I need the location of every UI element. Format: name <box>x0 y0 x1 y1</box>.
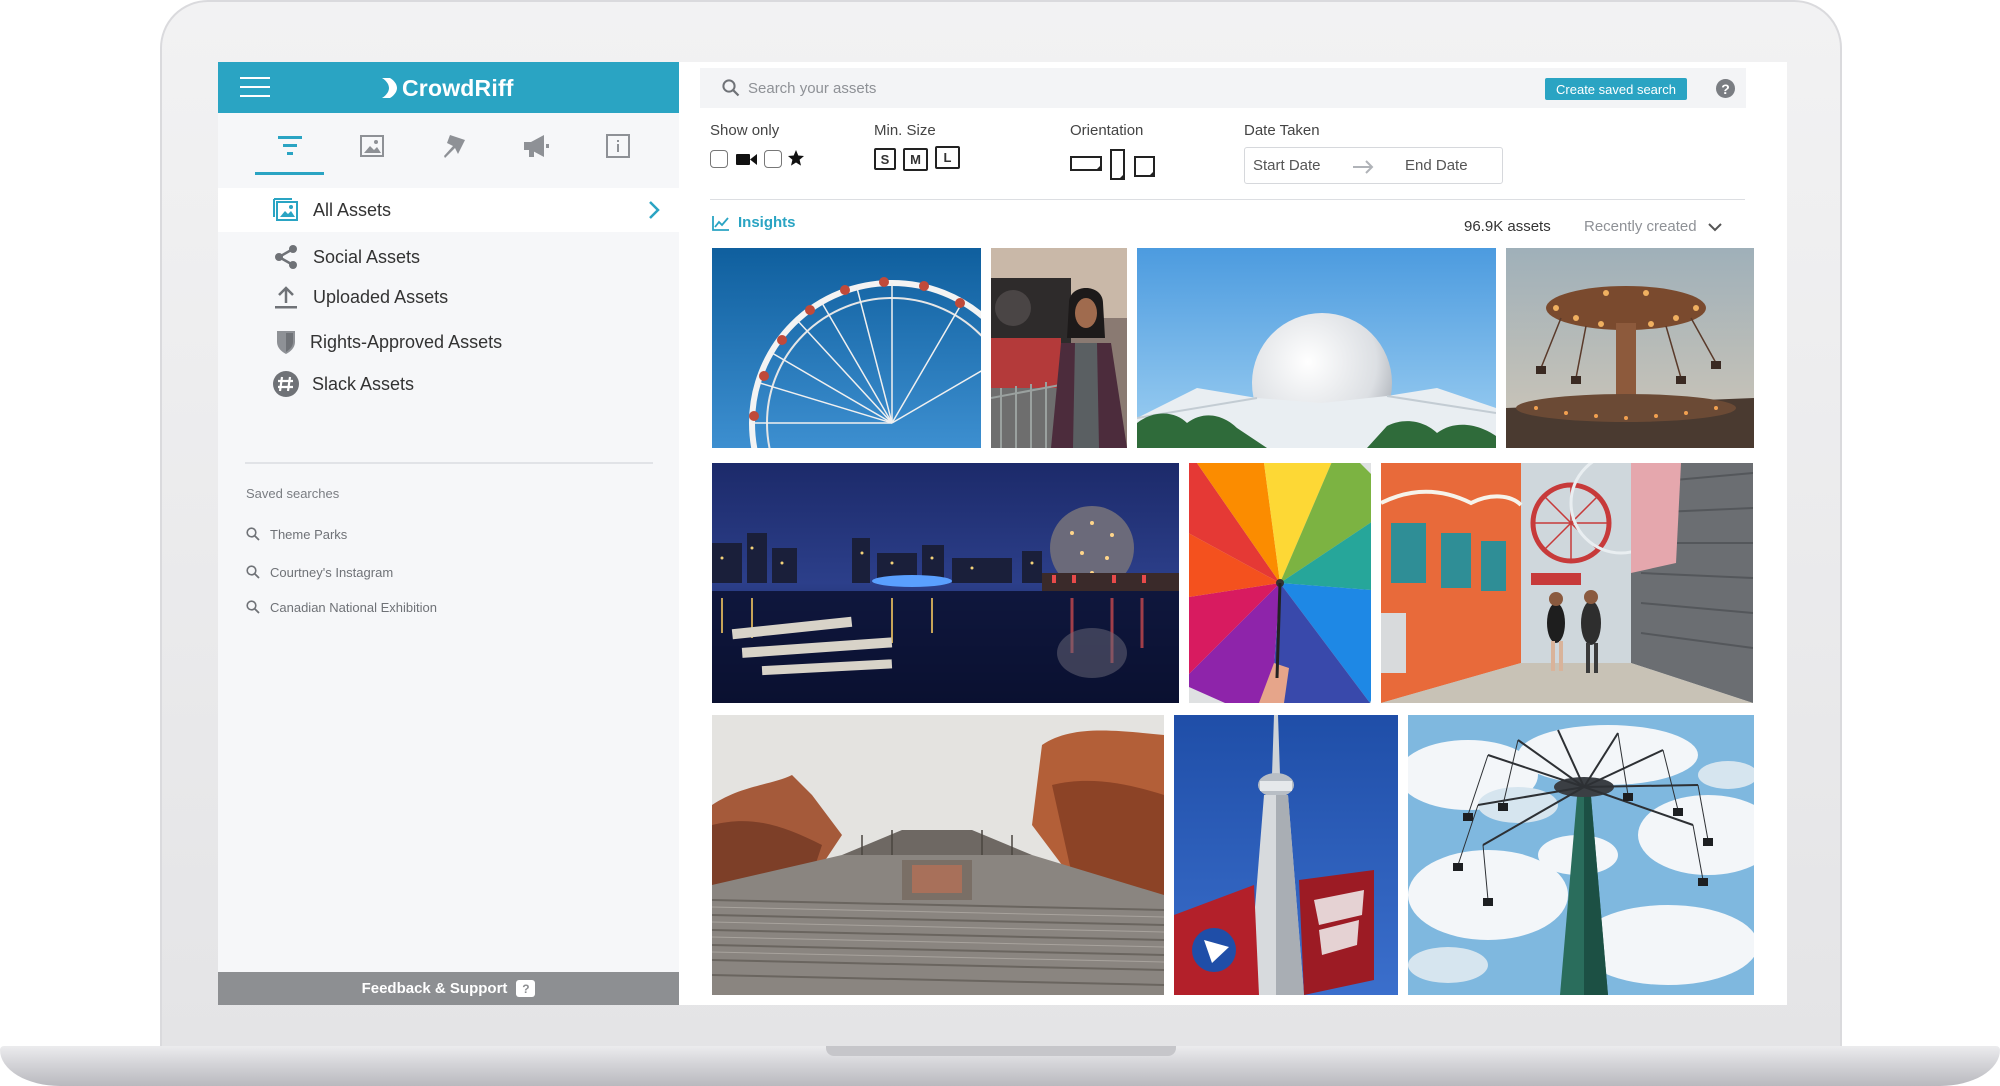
brand-name: CrowdRiff <box>402 74 514 101</box>
arrow-right-icon <box>1353 160 1374 174</box>
sort-label: Recently created <box>1584 218 1697 235</box>
search-icon <box>246 600 260 614</box>
tab-underline <box>255 172 324 175</box>
min-size-label: Min. Size <box>874 122 936 139</box>
size-medium-button[interactable]: M <box>903 148 928 171</box>
geodesic-sphere-photo[interactable] <box>1137 248 1496 448</box>
all-assets-icon <box>272 196 300 224</box>
sort-dropdown[interactable]: Recently created <box>1584 218 1723 235</box>
feedback-label: Feedback & Support <box>361 980 508 997</box>
nav-social-assets[interactable]: Social Assets <box>218 235 679 279</box>
search-icon <box>246 527 260 541</box>
swing-ride-dusk-photo[interactable] <box>1506 248 1754 448</box>
nav-label: Social Assets <box>313 246 421 267</box>
nav-slack-assets[interactable]: Slack Assets <box>218 362 679 406</box>
crowdriff-logo[interactable]: CrowdRiff <box>380 74 514 102</box>
nav-label: All Assets <box>313 199 392 220</box>
brand-bar: CrowdRiff <box>218 62 679 113</box>
feedback-support-button[interactable]: Feedback & Support ? <box>218 972 679 1005</box>
ferris-wheel-photo[interactable] <box>712 248 981 448</box>
help-badge-icon: ? <box>516 980 536 997</box>
video-camera-icon <box>736 154 757 165</box>
megaphone-icon[interactable] <box>519 129 553 163</box>
harbor-night-photo[interactable] <box>712 463 1179 703</box>
end-date-field[interactable]: End Date <box>1405 157 1468 174</box>
main-divider <box>710 199 1745 200</box>
upload-icon <box>272 283 300 311</box>
crowdriff-mark-icon <box>382 78 397 98</box>
saved-search-label: Courtney's Instagram <box>270 564 394 580</box>
sidebar-divider <box>245 462 653 464</box>
size-small-button[interactable]: S <box>874 148 896 170</box>
search-icon <box>722 79 740 97</box>
nav-label: Rights-Approved Assets <box>310 331 503 352</box>
app-screen: CrowdRiff All Assets Social Assets Uploa… <box>218 62 1787 1005</box>
share-icon <box>272 243 300 271</box>
nav-all-assets[interactable]: All Assets <box>218 188 679 232</box>
info-icon[interactable] <box>601 129 635 163</box>
nav-uploaded-assets[interactable]: Uploaded Assets <box>218 275 679 319</box>
tower-banner-photo[interactable] <box>1174 715 1398 995</box>
chevron-right-icon <box>649 201 660 219</box>
saved-search-label: Theme Parks <box>270 526 348 542</box>
rainbow-umbrella-photo[interactable] <box>1189 463 1371 703</box>
chevron-down-icon <box>1707 222 1722 231</box>
slack-icon <box>272 370 300 398</box>
date-taken-label: Date Taken <box>1244 122 1320 139</box>
favorites-checkbox[interactable] <box>764 150 782 168</box>
date-range-picker: Start Date End Date <box>1244 147 1503 184</box>
insights-label: Insights <box>738 214 796 231</box>
nav-label: Slack Assets <box>312 373 415 394</box>
saved-searches-title: Saved searches <box>246 486 340 501</box>
saved-search-item[interactable]: Theme Parks <box>246 523 347 545</box>
shield-icon <box>272 328 300 356</box>
saved-search-label: Canadian National Exhibition <box>270 599 437 615</box>
boardwalk-photo[interactable] <box>1381 463 1753 703</box>
star-icon <box>788 150 804 166</box>
orientation-label: Orientation <box>1070 122 1144 139</box>
menu-icon[interactable] <box>240 77 270 99</box>
video-checkbox[interactable] <box>710 150 728 168</box>
orientation-landscape-icon[interactable] <box>1070 156 1102 172</box>
woman-train-photo[interactable] <box>991 248 1127 448</box>
filter-icon[interactable] <box>273 129 307 163</box>
orientation-portrait-icon[interactable] <box>1110 149 1126 181</box>
search-input[interactable] <box>748 73 1348 103</box>
asset-count: 96.9K assets <box>1464 218 1551 235</box>
gallery-icon[interactable] <box>355 129 389 163</box>
insights-link[interactable]: Insights <box>712 214 796 231</box>
swing-tower-photo[interactable] <box>1408 715 1754 995</box>
pin-icon[interactable] <box>437 129 471 163</box>
search-icon <box>246 565 260 579</box>
sidebar-tabs <box>218 113 679 175</box>
size-large-button[interactable]: L <box>935 146 960 169</box>
laptop-notch <box>826 1046 1176 1056</box>
chart-line-icon <box>712 215 729 231</box>
start-date-field[interactable]: Start Date <box>1253 157 1321 174</box>
nav-label: Uploaded Assets <box>313 286 449 307</box>
search-bar: Create saved search ? <box>700 68 1746 108</box>
create-saved-search-button[interactable]: Create saved search <box>1545 78 1687 100</box>
nav-rights-approved-assets[interactable]: Rights-Approved Assets <box>218 320 679 364</box>
saved-search-item[interactable]: Courtney's Instagram <box>246 561 393 583</box>
orientation-square-icon[interactable] <box>1134 156 1156 178</box>
sidebar: CrowdRiff All Assets Social Assets Uploa… <box>218 62 679 1005</box>
help-icon[interactable]: ? <box>1716 79 1735 98</box>
show-only-label: Show only <box>710 122 780 139</box>
amphitheatre-photo[interactable] <box>712 715 1164 995</box>
saved-search-item[interactable]: Canadian National Exhibition <box>246 596 437 618</box>
